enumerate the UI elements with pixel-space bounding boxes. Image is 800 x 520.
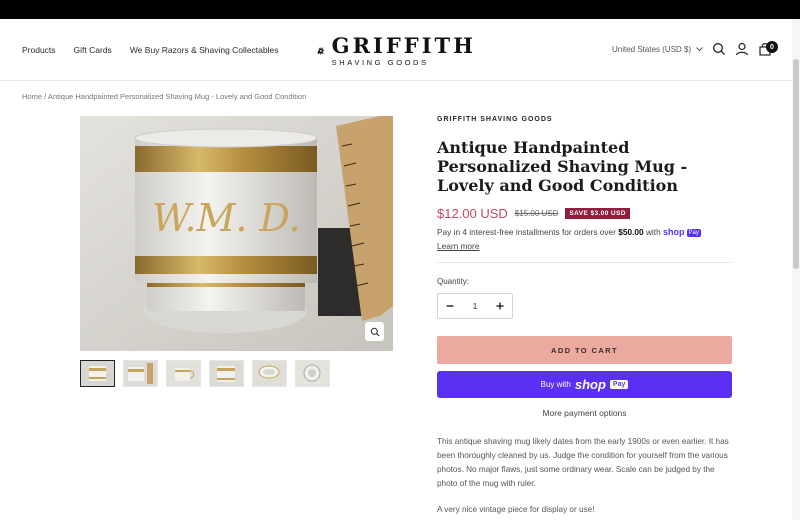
shaving-mug-photo: W.M. D. <box>80 116 393 351</box>
thumbnail-5[interactable] <box>252 360 287 387</box>
thumbnail-mug-base-icon <box>296 361 329 386</box>
breadcrumb-separator: / <box>44 92 47 101</box>
breadcrumb: Home / Antique Handpainted Personalized … <box>22 92 306 101</box>
shop-pay-badge: Pay <box>686 228 701 237</box>
product-description-2: A very nice vintage piece for display or… <box>437 505 595 514</box>
divider <box>437 262 732 263</box>
shop-pay-wordmark: shop <box>663 227 685 237</box>
installments-amount: $50.00 <box>618 227 644 237</box>
thumbnail-6[interactable] <box>295 360 330 387</box>
installments-message: Pay in 4 interest-free installments for … <box>437 227 737 237</box>
nav-item-we-buy-razors[interactable]: We Buy Razors & Shaving Collectables <box>130 45 279 55</box>
more-payment-options-link[interactable]: More payment options <box>437 408 732 418</box>
logo-text: GRIFFITH SHAVING GOODS <box>331 33 476 68</box>
logo-main-text: GRIFFITH <box>331 33 476 58</box>
account-icon[interactable] <box>735 42 749 56</box>
breadcrumb-home-link[interactable]: Home <box>22 92 42 101</box>
thumbnail-1[interactable] <box>80 360 115 387</box>
quantity-value[interactable]: 1 <box>473 301 478 311</box>
plus-icon[interactable] <box>496 299 504 313</box>
logo-sub-text: SHAVING GOODS <box>331 58 429 67</box>
nav-item-gift-cards[interactable]: Gift Cards <box>74 45 112 55</box>
site-header: Products Gift Cards We Buy Razors & Shav… <box>0 19 800 81</box>
thumbnail-4[interactable] <box>209 360 244 387</box>
cart-count-badge: 0 <box>766 41 778 53</box>
breadcrumb-current: Antique Handpainted Personalized Shaving… <box>47 92 307 101</box>
zoom-icon <box>370 327 379 336</box>
site-logo[interactable]: GRIFFITH SHAVING GOODS <box>316 30 476 72</box>
scrollbar-track[interactable] <box>792 19 800 520</box>
thumbnail-2[interactable] <box>123 360 158 387</box>
shop-logo-text: shop <box>574 377 606 392</box>
learn-more-link[interactable]: Learn more <box>437 241 479 251</box>
griffin-logo-icon <box>317 46 325 56</box>
product-description: This antique shaving mug likely dates fr… <box>437 437 729 488</box>
installments-with: with <box>645 227 661 237</box>
search-icon[interactable] <box>712 42 726 56</box>
scrollbar-thumb[interactable] <box>793 59 799 269</box>
svg-text:W.M. D.: W.M. D. <box>152 196 301 240</box>
save-badge: SAVE $3.00 USD <box>565 208 630 219</box>
zoom-button[interactable] <box>365 322 384 341</box>
buy-with-label: Buy with <box>540 380 571 389</box>
compare-at-price: $15.00 USD <box>514 209 559 218</box>
sale-price: $12.00 USD <box>437 206 508 221</box>
add-to-cart-button[interactable]: ADD TO CART <box>437 336 732 364</box>
nav-item-products[interactable]: Products <box>22 45 56 55</box>
thumbnail-mug-top-icon <box>253 361 286 386</box>
quantity-label: Quantity: <box>437 277 470 286</box>
product-main-image[interactable]: W.M. D. <box>80 116 393 351</box>
main-nav: Products Gift Cards We Buy Razors & Shav… <box>22 45 278 55</box>
quantity-stepper: 1 <box>437 293 513 319</box>
product-title: Antique Handpainted Personalized Shaving… <box>437 138 688 195</box>
chevron-down-icon <box>696 47 703 52</box>
thumbnail-strip <box>80 360 330 387</box>
buy-with-shop-pay-button[interactable]: Buy with shop Pay <box>437 371 732 398</box>
installments-text: Pay in 4 interest-free installments for … <box>437 227 616 237</box>
currency-label: United States (USD $) <box>612 45 692 54</box>
thumbnail-mug-back-icon <box>210 361 243 386</box>
currency-selector[interactable]: United States (USD $) <box>612 45 703 54</box>
thumbnail-mug-side-icon <box>167 361 200 386</box>
product-vendor[interactable]: GRIFFITH SHAVING GOODS <box>437 116 553 123</box>
pay-badge: Pay <box>609 380 629 389</box>
price-row: $12.00 USD $15.00 USD SAVE $3.00 USD <box>437 206 630 221</box>
browser-top-bar <box>0 0 800 19</box>
thumbnail-mug-ruler-icon <box>124 361 157 386</box>
minus-icon[interactable] <box>446 299 454 313</box>
thumbnail-mug-front-icon <box>81 361 114 386</box>
thumbnail-3[interactable] <box>166 360 201 387</box>
